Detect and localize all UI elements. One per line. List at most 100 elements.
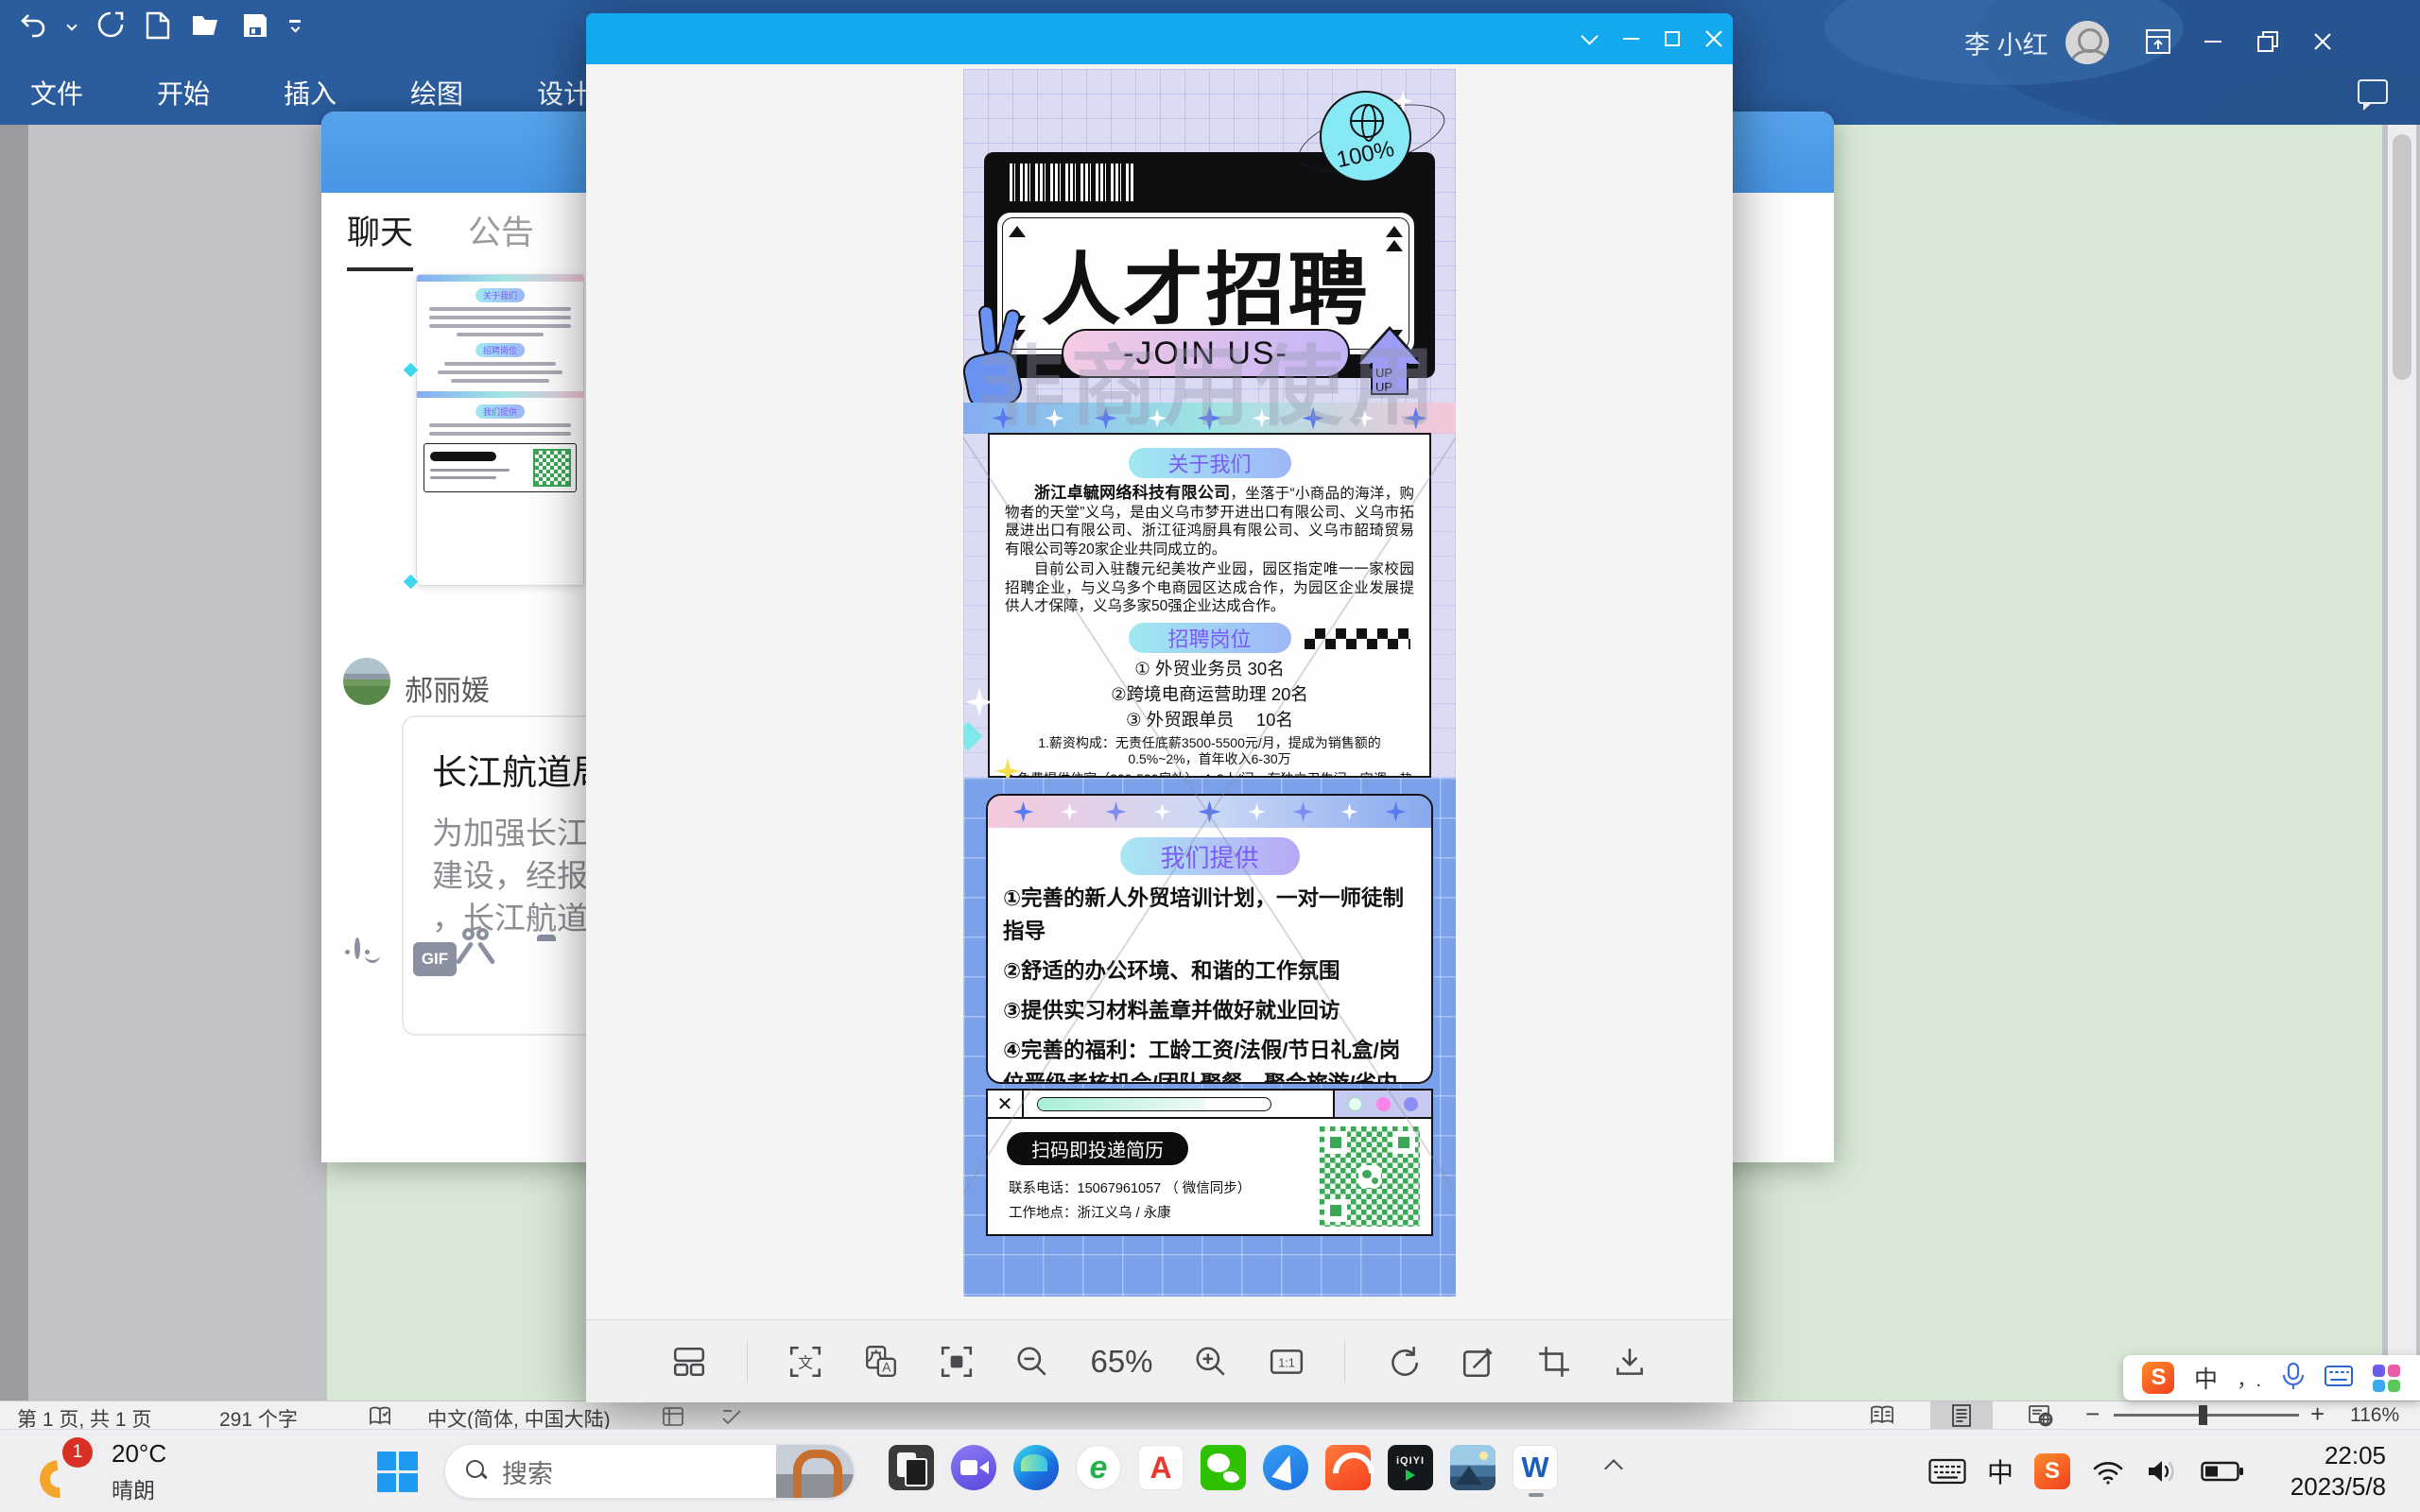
start-button[interactable] <box>376 1451 418 1492</box>
clock-date: 2023/5/8 <box>2274 1471 2386 1503</box>
redo-icon[interactable] <box>96 11 125 40</box>
comment-icon[interactable] <box>2358 79 2388 104</box>
edge-browser-icon[interactable] <box>1013 1445 1059 1490</box>
restore-icon[interactable] <box>2240 23 2295 60</box>
tab-announcement[interactable]: 公告 <box>468 206 534 271</box>
download-icon[interactable] <box>1612 1344 1648 1380</box>
close-icon[interactable] <box>2295 23 2350 60</box>
crop-icon[interactable] <box>1536 1344 1572 1380</box>
open-folder-icon[interactable] <box>191 12 221 39</box>
zoom-percentage[interactable]: 116% <box>2350 1404 2399 1427</box>
snipping-tool-icon[interactable] <box>889 1445 934 1490</box>
gif-icon[interactable]: GIF <box>413 942 457 976</box>
minimize-icon[interactable] <box>2186 23 2240 60</box>
ime-toolbox-icon[interactable] <box>2372 1364 2400 1392</box>
job-note: 2.免费提供住宿（300-500房补），1-2人/间，有独立卫生间、空调、热水器… <box>1005 771 1414 779</box>
sogou-tray-icon[interactable]: S <box>2034 1453 2070 1489</box>
ime-mode-toggle[interactable]: 中 <box>2194 1361 2218 1395</box>
about-card: 关于我们 浙江卓毓网络科技有限公司，坐落于“小商品的海洋，购物者的天堂”义乌，是… <box>988 433 1431 778</box>
new-document-icon[interactable] <box>146 11 170 40</box>
zoom-in-status-icon[interactable]: + <box>2310 1400 2325 1429</box>
touch-keyboard-icon[interactable] <box>1928 1457 1966 1486</box>
poster-title: 人才招聘 <box>1041 227 1370 341</box>
blue-browser-icon[interactable] <box>1263 1445 1308 1490</box>
recruitment-poster[interactable]: 人才招聘 -JOIN US- 100% <box>963 69 1456 1297</box>
fit-screen-icon[interactable] <box>939 1344 975 1380</box>
offer-card: 我们提供 ①完善的新人外贸培训计划，一对一师徒制指导 ②舒适的办公环境、和谐的工… <box>986 794 1433 1084</box>
undo-dropdown-icon[interactable] <box>66 20 77 30</box>
ime-tray-label[interactable]: 中 <box>1987 1452 2014 1490</box>
volume-icon[interactable] <box>2146 1457 2180 1486</box>
wechat-icon[interactable] <box>1201 1445 1246 1490</box>
thumb-text-bar <box>429 423 571 427</box>
viewer-close-icon[interactable] <box>1693 13 1735 64</box>
microphone-icon[interactable] <box>2281 1362 2306 1395</box>
tab-file[interactable]: 文件 <box>23 70 91 115</box>
th umb-text-bar <box>438 370 562 374</box>
wifi-icon[interactable] <box>2091 1457 2125 1486</box>
thumb-decor-band <box>417 391 583 398</box>
tab-insert[interactable]: 插入 <box>276 70 344 115</box>
up-arrow-decor: UPUP <box>1349 326 1430 407</box>
office-a-app-icon[interactable]: A <box>1138 1445 1184 1490</box>
save-icon[interactable] <box>242 12 268 39</box>
hand-decor <box>963 303 1041 417</box>
viewer-collapse-icon[interactable] <box>1568 13 1610 64</box>
tab-draw[interactable]: 绘图 <box>403 70 471 115</box>
ocr-extract-text-icon[interactable]: 文 <box>787 1344 823 1380</box>
avatar[interactable] <box>2066 21 2109 64</box>
taskbar-search[interactable]: 搜索 <box>444 1444 855 1499</box>
sogou-logo[interactable]: S <box>2142 1362 2174 1394</box>
viewer-minimize-icon[interactable] <box>1610 13 1651 64</box>
ime-punctuation-toggle[interactable]: ，. <box>2237 1365 2261 1392</box>
taskbar-clock[interactable]: 22:05 2023/5/8 <box>2274 1440 2386 1503</box>
document-scrollbar-thumb[interactable] <box>2393 134 2411 380</box>
ribbon-display-options-icon[interactable] <box>2131 23 2186 60</box>
undo-icon[interactable] <box>19 11 47 40</box>
svg-text:1:1: 1:1 <box>1278 1356 1295 1369</box>
zoom-out-status-icon[interactable]: − <box>2085 1400 2100 1429</box>
account-area[interactable]: 李 小红 <box>1964 21 2109 64</box>
thumb-footer <box>424 443 577 492</box>
rotate-icon[interactable] <box>1385 1344 1421 1380</box>
sender-avatar[interactable] <box>343 658 390 705</box>
viewer-maximize-icon[interactable] <box>1651 13 1693 64</box>
keyboard-icon[interactable] <box>2325 1365 2353 1392</box>
thumbnail-layout-icon[interactable] <box>671 1344 707 1380</box>
emoji-icon[interactable] <box>354 940 360 957</box>
edit-icon[interactable] <box>1461 1344 1496 1380</box>
weather-widget[interactable]: 1 20°C 晴朗 <box>38 1437 166 1504</box>
workspace-left-strip <box>0 125 28 1400</box>
word-app-icon[interactable]: W <box>1512 1445 1558 1490</box>
job-item: ②跨境电商运营助理 20名 <box>1005 683 1414 706</box>
translate-icon[interactable]: A <box>863 1344 899 1380</box>
frame-title-bar: ✕ <box>988 1091 1431 1119</box>
sender-name: 郝丽媛 <box>405 667 490 709</box>
chat-image-thumbnail[interactable]: 关于我们 招聘岗位 我们提供 <box>416 274 584 586</box>
qr-code <box>1320 1126 1420 1227</box>
photo-viewer-icon[interactable] <box>1450 1445 1495 1490</box>
tab-chat[interactable]: 聊天 <box>347 206 413 271</box>
viewer-title-bar[interactable] <box>586 13 1733 64</box>
battery-icon[interactable] <box>2201 1459 2244 1484</box>
web-layout-button[interactable] <box>2010 1401 2072 1429</box>
search-icon <box>466 1460 489 1483</box>
offer-item: ④完善的福利：工龄工资/法假/节日礼盒/岗位晋级考核机会/团队聚餐、聚会旅游/省… <box>988 1034 1431 1084</box>
print-layout-button[interactable] <box>1930 1401 1993 1429</box>
video-meeting-icon[interactable] <box>951 1445 996 1490</box>
taskbar-overflow-chevron[interactable] <box>1604 1459 1623 1478</box>
iqiyi-icon[interactable]: iQIYI <box>1388 1445 1433 1490</box>
notification-badge: 1 <box>62 1437 93 1468</box>
actual-size-icon[interactable]: 1:1 <box>1269 1344 1305 1380</box>
viewer-zoom-level[interactable]: 65% <box>1090 1344 1152 1380</box>
zoom-out-icon[interactable] <box>1014 1344 1050 1380</box>
read-mode-button[interactable] <box>1851 1401 1913 1429</box>
customize-qat-icon[interactable] <box>289 20 301 31</box>
browser-360-icon[interactable]: e <box>1076 1445 1121 1490</box>
zoom-slider-thumb[interactable] <box>2199 1405 2207 1425</box>
tab-home[interactable]: 开始 <box>149 70 217 115</box>
zoom-in-icon[interactable] <box>1193 1344 1229 1380</box>
search-highlight-image[interactable] <box>776 1444 854 1499</box>
orange-app-icon[interactable] <box>1325 1445 1371 1490</box>
offer-sparkle-band <box>988 796 1431 828</box>
